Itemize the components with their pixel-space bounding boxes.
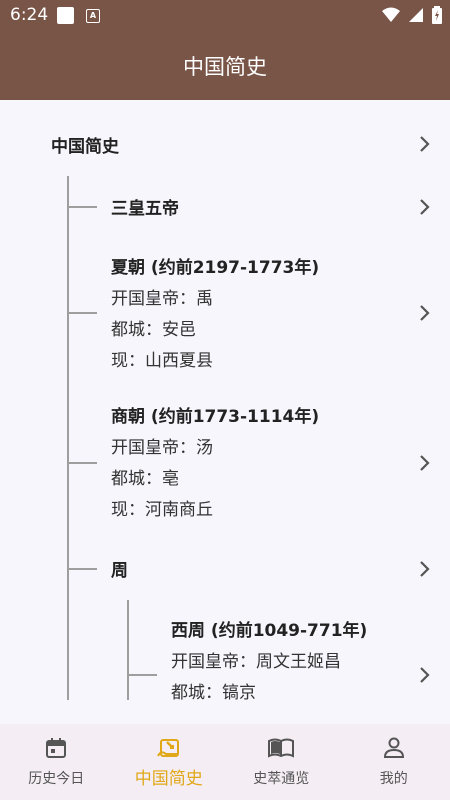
nav-label: 我的 [379, 771, 408, 787]
signal-icon [409, 8, 423, 22]
bottom-nav: 历史今日 中国简史 史萃通览 我的 [0, 724, 450, 800]
nav-label: 中国简史 [134, 769, 203, 789]
tree-branch [127, 674, 157, 676]
tree-item-zhou[interactable]: 周 [111, 556, 128, 581]
tree-item-xia[interactable]: 夏朝 (约前2197-1773年) 开国皇帝：禹 都城：安邑 现：山西夏县 [111, 253, 319, 377]
tree-branch [67, 568, 97, 570]
battery-icon [432, 6, 442, 24]
tree-sub-connector [127, 600, 129, 700]
tree-item-sanhuang[interactable]: 三皇五帝 [111, 194, 179, 219]
tree-root-label[interactable]: 中国简史 [51, 132, 119, 157]
chevron-right-icon[interactable] [416, 135, 434, 153]
nav-label: 历史今日 [28, 771, 85, 787]
tree-branch [67, 206, 97, 208]
history-tree[interactable]: 中国简史 三皇五帝 夏朝 (约前2197-1773年) 开国皇帝：禹 都城：安邑… [0, 100, 450, 724]
item-location: 现：山西夏县 [111, 351, 213, 371]
item-capital: 都城：亳 [111, 469, 179, 489]
item-founder: 开国皇帝：禹 [111, 289, 213, 309]
wifi-icon [382, 7, 400, 22]
chevron-right-icon[interactable] [416, 666, 434, 684]
item-capital: 都城：安邑 [111, 320, 196, 340]
tree-item-xizhou[interactable]: 西周 (约前1049-771年) 开国皇帝：周文王姬昌 都城：镐京 [171, 616, 367, 709]
status-time: 6:24 [10, 5, 49, 25]
chevron-right-icon[interactable] [416, 560, 434, 578]
nav-mine[interactable]: 我的 [338, 724, 450, 800]
tree-connector [67, 176, 69, 700]
chevron-right-icon[interactable] [416, 304, 434, 322]
chevron-right-icon[interactable] [416, 454, 434, 472]
item-title: 夏朝 (约前2197-1773年) [111, 258, 320, 278]
item-founder: 开国皇帝：周文王姬昌 [171, 652, 341, 672]
status-bar: 6:24 A [0, 0, 450, 32]
nav-label: 史萃通览 [253, 771, 310, 787]
nav-history-overview[interactable]: 史萃通览 [225, 724, 338, 800]
page-title: 中国简史 [183, 55, 267, 79]
app-bar: 中国简史 [0, 32, 450, 100]
calendar-icon [46, 738, 67, 758]
tree-item-shang[interactable]: 商朝 (约前1773-1114年) 开国皇帝：汤 都城：亳 现：河南商丘 [111, 402, 319, 526]
item-title: 三皇五帝 [111, 199, 179, 219]
nav-today-history[interactable]: 历史今日 [0, 724, 113, 800]
item-title: 西周 (约前1049-771年) [171, 621, 368, 641]
person-icon [383, 737, 404, 758]
item-title: 商朝 (约前1773-1114年) [111, 407, 320, 427]
notification-icon [57, 7, 74, 24]
chevron-right-icon[interactable] [416, 198, 434, 216]
item-title: 周 [111, 561, 128, 581]
scroll-icon [156, 739, 179, 757]
tree-branch [67, 312, 97, 314]
tree-branch [67, 462, 97, 464]
font-notification-icon: A [86, 9, 100, 23]
nav-china-history[interactable]: 中国简史 [113, 724, 226, 800]
item-founder: 开国皇帝：汤 [111, 438, 213, 458]
book-icon [268, 738, 295, 758]
item-capital: 都城：镐京 [171, 683, 256, 703]
item-location: 现：河南商丘 [111, 500, 213, 520]
